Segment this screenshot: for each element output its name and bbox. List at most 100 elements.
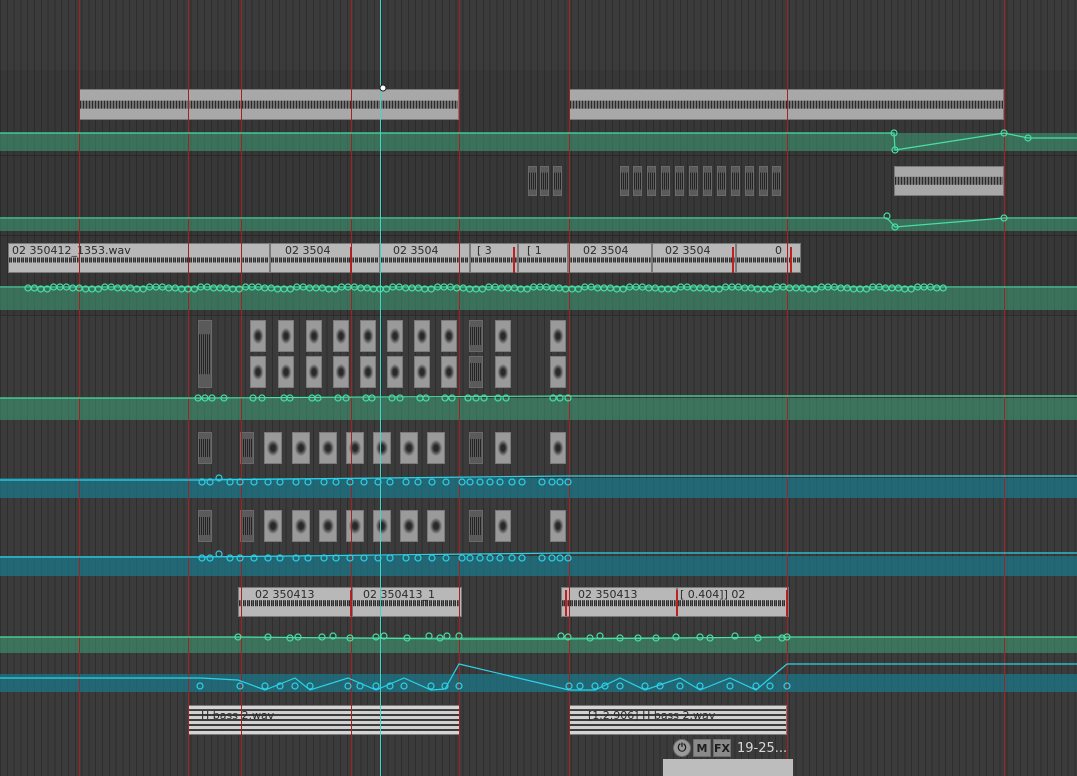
envelope-point[interactable]	[372, 682, 380, 690]
envelope-point[interactable]	[459, 284, 467, 292]
envelope-point[interactable]	[236, 682, 244, 690]
envelope-point[interactable]	[933, 284, 941, 292]
envelope-point[interactable]	[798, 284, 807, 292]
envelope-point[interactable]	[292, 478, 300, 486]
envelope-point[interactable]	[402, 554, 410, 562]
envelope-point[interactable]	[198, 554, 206, 562]
envelope-point[interactable]	[455, 682, 463, 690]
envelope-point[interactable]	[696, 633, 704, 641]
envelope-point[interactable]	[600, 284, 608, 292]
envelope-point[interactable]	[318, 633, 326, 641]
envelope-point[interactable]	[30, 284, 39, 292]
envelope-point[interactable]	[414, 284, 422, 292]
envelope-point[interactable]	[741, 284, 749, 292]
envelope-point[interactable]	[306, 284, 314, 292]
envelope-point[interactable]	[374, 478, 382, 486]
envelope-point[interactable]	[171, 284, 179, 292]
envelope-point[interactable]	[557, 632, 565, 640]
envelope-point[interactable]	[120, 284, 128, 292]
envelope-point[interactable]	[843, 284, 851, 292]
envelope-point[interactable]	[939, 284, 947, 292]
envelope-point[interactable]	[754, 634, 762, 642]
envelope-point[interactable]	[276, 478, 284, 486]
envelope-point[interactable]	[586, 634, 594, 642]
envelope-point[interactable]	[196, 682, 204, 690]
envelope-point[interactable]	[508, 554, 516, 562]
envelope-point[interactable]	[236, 554, 244, 562]
envelope-point[interactable]	[486, 478, 494, 486]
envelope-point[interactable]	[689, 284, 698, 292]
envelope-point[interactable]	[538, 554, 546, 562]
envelope-point[interactable]	[346, 478, 354, 486]
envelope-point[interactable]	[731, 632, 739, 640]
envelope-point[interactable]	[436, 634, 444, 642]
envelope-point[interactable]	[291, 682, 299, 690]
envelope-point[interactable]	[726, 682, 734, 690]
envelope-point[interactable]	[747, 284, 755, 292]
envelope-point[interactable]	[881, 284, 890, 292]
envelope-point[interactable]	[518, 478, 526, 486]
envelope-point[interactable]	[702, 284, 711, 292]
envelope-point[interactable]	[428, 554, 436, 562]
envelope-point[interactable]	[616, 682, 624, 690]
envelope-point[interactable]	[792, 284, 800, 292]
envelope-point[interactable]	[422, 394, 430, 402]
volume-envelope[interactable]	[0, 217, 1077, 228]
envelope-point[interactable]	[386, 478, 394, 486]
fx-button[interactable]: FX	[713, 739, 731, 757]
envelope-point[interactable]	[113, 284, 122, 292]
envelope-point[interactable]	[549, 284, 557, 292]
envelope-point[interactable]	[312, 284, 320, 292]
volume-envelope[interactable]	[0, 552, 1077, 558]
envelope-point[interactable]	[455, 632, 463, 640]
envelope-point[interactable]	[368, 394, 376, 402]
envelope-point[interactable]	[486, 554, 494, 562]
envelope-point[interactable]	[538, 478, 546, 486]
volume-envelope[interactable]	[0, 395, 1077, 399]
envelope-point[interactable]	[332, 478, 340, 486]
volume-envelope[interactable]	[0, 132, 1077, 151]
envelope-point[interactable]	[388, 394, 396, 402]
envelope-point[interactable]	[206, 554, 214, 562]
envelope-point[interactable]	[261, 284, 269, 292]
envelope-point[interactable]	[448, 394, 456, 402]
envelope-point[interactable]	[210, 284, 218, 292]
envelope-point[interactable]	[752, 682, 760, 690]
envelope-point[interactable]	[672, 633, 680, 641]
envelope-point[interactable]	[372, 633, 380, 641]
envelope-point[interactable]	[504, 284, 512, 292]
envelope-point[interactable]	[396, 394, 404, 402]
envelope-point[interactable]	[548, 478, 556, 486]
envelope-point[interactable]	[888, 284, 896, 292]
envelope-point[interactable]	[766, 682, 774, 690]
envelope-point[interactable]	[363, 284, 371, 292]
volume-envelope[interactable]	[0, 475, 1077, 481]
envelope-point[interactable]	[518, 554, 526, 562]
envelope-point[interactable]	[606, 284, 615, 292]
envelope-point[interactable]	[357, 284, 365, 292]
envelope-point[interactable]	[416, 394, 424, 402]
envelope-point[interactable]	[386, 554, 394, 562]
arrange-view[interactable]: 02 350412_1353.wav 02 3504 02 3504 [ 3 […	[0, 0, 1077, 776]
envelope-point[interactable]	[360, 478, 368, 486]
envelope-point[interactable]	[306, 682, 314, 690]
envelope-point[interactable]	[696, 284, 704, 292]
envelope-point[interactable]	[126, 284, 134, 292]
envelope-point[interactable]	[556, 478, 564, 486]
envelope-point[interactable]	[314, 394, 322, 402]
envelope-point[interactable]	[496, 478, 504, 486]
envelope-point[interactable]	[591, 682, 599, 690]
envelope-overlay[interactable]	[0, 0, 1077, 776]
envelope-point[interactable]	[408, 284, 416, 292]
envelope-point[interactable]	[442, 478, 450, 486]
envelope-point[interactable]	[425, 632, 433, 640]
envelope-point[interactable]	[24, 284, 32, 292]
envelope-point[interactable]	[894, 284, 903, 292]
envelope-point[interactable]	[466, 478, 474, 486]
playhead-handle[interactable]	[379, 84, 387, 92]
envelope-point[interactable]	[593, 284, 602, 292]
envelope-point[interactable]	[641, 682, 649, 690]
power-icon[interactable]: ⏻	[673, 739, 691, 757]
envelope-point[interactable]	[476, 554, 484, 562]
envelope-point[interactable]	[564, 478, 572, 486]
